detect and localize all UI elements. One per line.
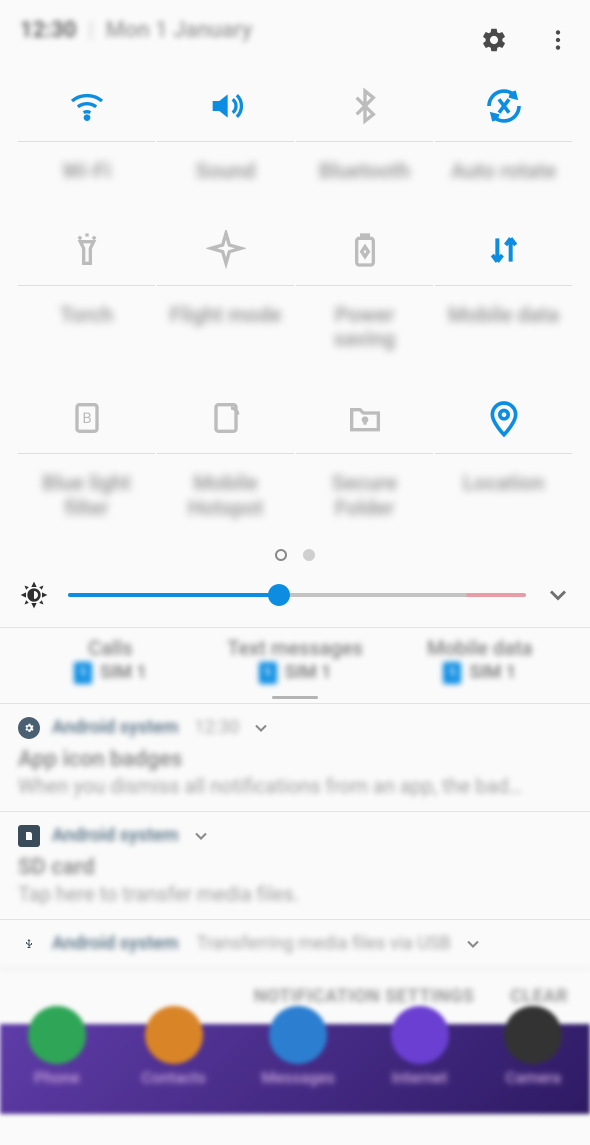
sim-col-calls[interactable]: Calls 1 SIM 1 — [18, 636, 203, 684]
bluetooth-icon — [296, 70, 433, 142]
sim-badge: 1 — [259, 662, 277, 684]
sim-value: SIM 1 — [469, 662, 516, 683]
auto-rotate-icon — [435, 70, 572, 142]
notif-app-name: Android system — [52, 933, 179, 954]
qs-tile-flight[interactable]: Flight mode — [157, 214, 294, 352]
sim-title: Text messages — [203, 636, 388, 660]
svg-text:B: B — [82, 409, 91, 427]
notification-item[interactable]: Android system SD card Tap here to trans… — [0, 811, 590, 919]
notif-app-name: Android system — [52, 825, 179, 846]
dock-messages[interactable]: Messages — [261, 1026, 335, 1087]
overflow-menu-icon[interactable] — [541, 23, 575, 57]
sound-icon — [157, 70, 294, 142]
status-date: Mon 1 January — [106, 18, 253, 43]
mobile-data-icon — [435, 214, 572, 286]
quick-settings-grid: Wi-Fi Sound Bluetooth Auto rotate Torch … — [0, 60, 590, 521]
wifi-icon — [18, 70, 155, 142]
airplane-icon — [157, 214, 294, 286]
status-time: 12:30 — [20, 18, 76, 43]
settings-icon[interactable] — [477, 23, 511, 57]
sim-col-texts[interactable]: Text messages 1 SIM 1 — [203, 636, 388, 684]
notif-title: App icon badges — [18, 747, 572, 772]
qs-tile-location[interactable]: Location — [435, 382, 572, 520]
qs-tile-power[interactable]: Power saving — [296, 214, 433, 352]
sd-card-icon — [18, 825, 40, 847]
location-icon — [435, 382, 572, 454]
qs-tile-torch[interactable]: Torch — [18, 214, 155, 352]
battery-icon — [296, 214, 433, 286]
drag-handle[interactable] — [0, 696, 590, 699]
qs-label: Secure Folder — [305, 454, 425, 520]
qs-tile-sound[interactable]: Sound — [157, 70, 294, 184]
notif-app-name: Android system — [52, 717, 179, 738]
notification-item[interactable]: Android system Transferring media files … — [0, 919, 590, 968]
sim-title: Mobile data — [387, 636, 572, 660]
gear-icon — [18, 717, 40, 739]
sim-badge: 1 — [443, 662, 461, 684]
auto-brightness-icon[interactable] — [18, 579, 50, 611]
qs-tile-autorotate[interactable]: Auto rotate — [435, 70, 572, 184]
chevron-down-icon[interactable] — [463, 934, 483, 954]
usb-icon — [18, 933, 40, 955]
qs-tile-hotspot[interactable]: Mobile Hotspot — [157, 382, 294, 520]
chevron-down-icon[interactable] — [191, 826, 211, 846]
qs-label: Wi-Fi — [62, 142, 111, 184]
blue-light-icon: B — [18, 382, 155, 454]
sim-col-data[interactable]: Mobile data 1 SIM 1 — [387, 636, 572, 684]
brightness-row — [0, 561, 590, 627]
notification-settings-button[interactable]: NOTIFICATION SETTINGS — [254, 986, 475, 1007]
qs-label: Power saving — [305, 286, 425, 352]
qs-label: Mobile data — [448, 286, 559, 328]
slider-thumb[interactable] — [268, 584, 290, 606]
sim-title: Calls — [18, 636, 203, 660]
notif-text: When you dismiss all notifications from … — [18, 774, 572, 798]
notification-item[interactable]: Android system 12:30 App icon badges Whe… — [0, 703, 590, 811]
clear-button[interactable]: CLEAR — [510, 986, 568, 1007]
qs-label: Flight mode — [170, 286, 282, 328]
page-indicator — [0, 549, 590, 561]
chevron-down-icon[interactable] — [251, 718, 271, 738]
secure-folder-icon — [296, 382, 433, 454]
home-dock: Phone Contacts Messages Internet Camera — [0, 1024, 590, 1114]
qs-tile-mobiledata[interactable]: Mobile data — [435, 214, 572, 352]
dock-internet[interactable]: Internet — [391, 1026, 449, 1087]
qs-label: Sound — [196, 142, 256, 184]
qs-tile-wifi[interactable]: Wi-Fi — [18, 70, 155, 184]
dock-contacts[interactable]: Contacts — [141, 1026, 205, 1087]
notif-title: SD card — [18, 855, 572, 880]
qs-label: Blue light filter — [27, 454, 147, 520]
qs-label: Bluetooth — [319, 142, 410, 184]
dock-camera[interactable]: Camera — [504, 1026, 562, 1087]
sim-panel[interactable]: Calls 1 SIM 1 Text messages 1 SIM 1 Mobile… — [0, 628, 590, 688]
torch-icon — [18, 214, 155, 286]
qs-label: Auto rotate — [451, 142, 556, 184]
notif-time: 12:30 — [195, 717, 240, 738]
sim-badge: 1 — [74, 662, 92, 684]
qs-label: Location — [463, 454, 545, 496]
qs-tile-bluelight[interactable]: B Blue light filter — [18, 382, 155, 520]
sim-value: SIM 1 — [285, 662, 332, 683]
hotspot-icon — [157, 382, 294, 454]
page-dot-active — [275, 549, 287, 561]
qs-tile-bluetooth[interactable]: Bluetooth — [296, 70, 433, 184]
dock-phone[interactable]: Phone — [28, 1026, 86, 1087]
qs-tile-secure[interactable]: Secure Folder — [296, 382, 433, 520]
notif-inline-text: Transferring media files via USB — [197, 933, 451, 954]
notif-text: Tap here to transfer media files. — [18, 882, 572, 906]
sim-value: SIM 1 — [100, 662, 147, 683]
chevron-down-icon[interactable] — [544, 581, 572, 609]
page-dot[interactable] — [303, 549, 315, 561]
qs-label: Mobile Hotspot — [166, 454, 286, 520]
qs-label: Torch — [60, 286, 113, 328]
brightness-slider[interactable] — [68, 583, 526, 607]
